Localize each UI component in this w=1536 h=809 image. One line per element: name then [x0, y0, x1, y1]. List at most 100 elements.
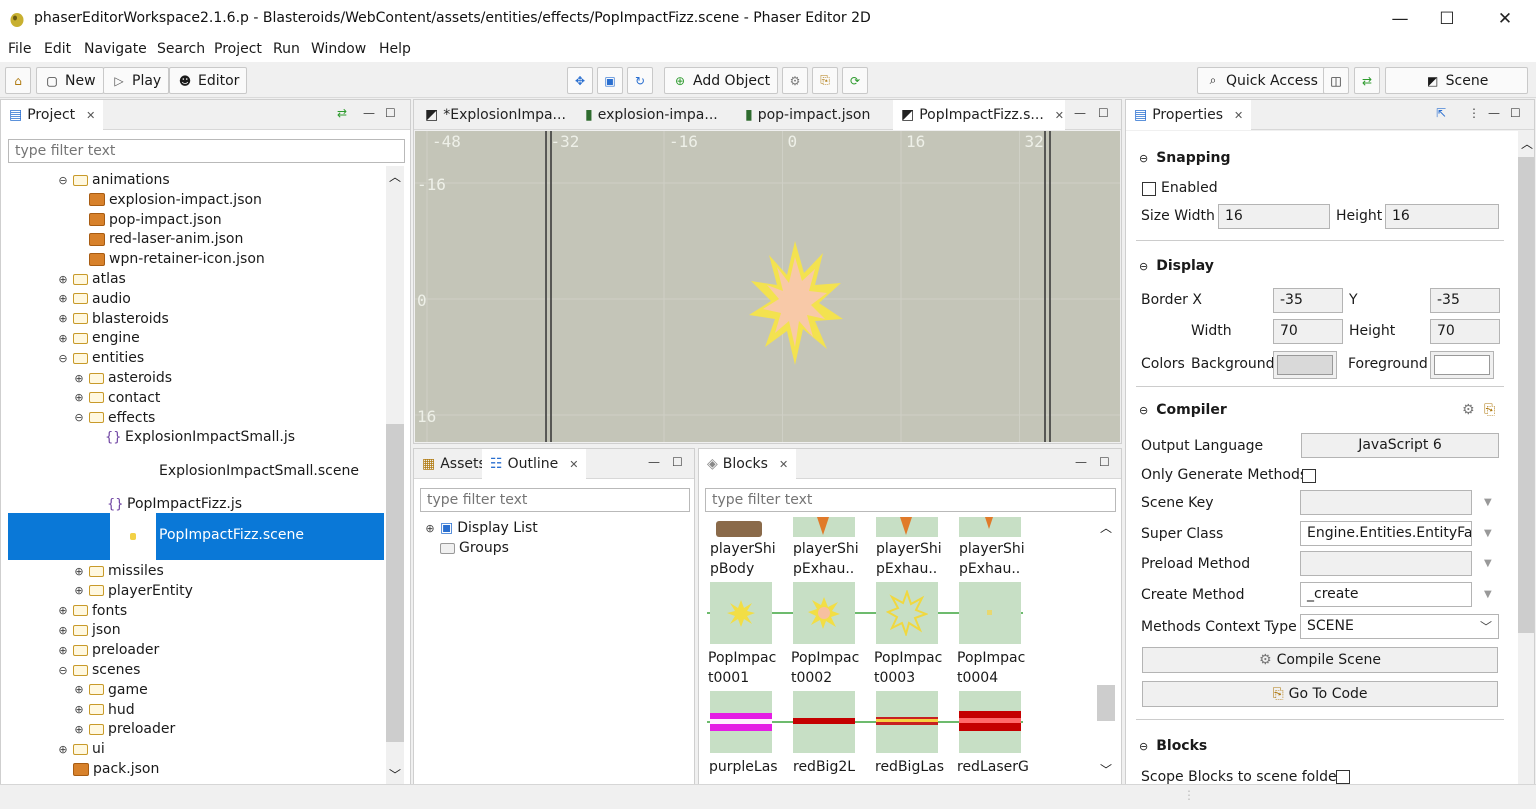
border-y-field[interactable]: -35: [1430, 288, 1500, 313]
block-exhaust-3[interactable]: [959, 517, 1021, 537]
tree-item[interactable]: ⊕ missiles: [73, 561, 163, 581]
compile-scene-button[interactable]: ⚙ Compile Scene: [1142, 647, 1498, 673]
blocks-filter-input[interactable]: [705, 488, 1116, 512]
block-redbig-laser[interactable]: [876, 691, 938, 753]
tree-item[interactable]: ⊕ ui: [57, 739, 104, 759]
display-section-header[interactable]: ⊖ Display: [1139, 258, 1214, 274]
scroll-thumb[interactable]: [1097, 685, 1115, 721]
sync-button[interactable]: ⇄: [1354, 67, 1380, 94]
minimize-icon[interactable]: —: [1074, 106, 1086, 120]
tree-item[interactable]: ⊕ preloader: [57, 640, 159, 660]
outline-item-groups[interactable]: Groups: [440, 538, 509, 558]
create-method-field[interactable]: _create: [1300, 582, 1472, 607]
tree-item[interactable]: ⊖ effects: [73, 408, 155, 428]
tree-item[interactable]: pack.json: [57, 759, 159, 779]
close-icon[interactable]: ✕: [569, 458, 578, 471]
block-redbig2-laser[interactable]: [793, 691, 855, 753]
collapse-icon[interactable]: ⊖: [57, 174, 69, 187]
menu-file[interactable]: File: [8, 41, 31, 57]
menu-window[interactable]: Window: [311, 41, 366, 57]
dropdown-icon[interactable]: ▼: [1484, 528, 1492, 539]
tree-item[interactable]: ⊕ engine: [57, 328, 139, 348]
super-class-field[interactable]: Engine.Entities.EntityFact: [1300, 521, 1472, 546]
tree-item[interactable]: ⊕ blasteroids: [57, 309, 168, 329]
tree-item[interactable]: ⊕ contact: [73, 388, 160, 408]
properties-scrollbar[interactable]: ︿: [1518, 131, 1534, 784]
tab-pop-impact-json[interactable]: ▮ pop-impact.json: [737, 100, 878, 130]
snap-height-field[interactable]: 16: [1385, 204, 1499, 229]
project-filter-input[interactable]: [8, 139, 405, 163]
tree-item[interactable]: wpn-retainer-icon.json: [73, 249, 265, 269]
background-color-button[interactable]: [1273, 351, 1337, 379]
view-menu-icon[interactable]: ⋮: [1468, 106, 1480, 120]
tab-popimpactfizz-scene[interactable]: ◩ PopImpactFizz.s... ✕: [893, 100, 1065, 130]
collapse-icon[interactable]: ⊖: [57, 352, 69, 365]
play-button[interactable]: ▷ Play: [103, 67, 170, 94]
maximize-icon[interactable]: ☐: [1099, 455, 1110, 469]
expand-icon[interactable]: ⊕: [73, 391, 85, 404]
context-type-select[interactable]: SCENE ﹀: [1300, 614, 1499, 639]
tree-item[interactable]: ⊖ scenes: [57, 660, 140, 680]
dropdown-icon[interactable]: ▼: [1484, 497, 1492, 508]
menu-navigate[interactable]: Navigate: [84, 41, 147, 57]
maximize-icon[interactable]: ☐: [1098, 106, 1109, 120]
collapse-icon[interactable]: ⊖: [57, 664, 69, 677]
expand-icon[interactable]: ⊕: [73, 584, 85, 597]
collapse-icon[interactable]: ⊖: [73, 411, 85, 424]
link-editor-icon[interactable]: ⇄: [337, 106, 347, 120]
tab-explosion-scene[interactable]: ◩ *ExplosionImpa...: [417, 100, 574, 130]
editor-button[interactable]: ☻ Editor: [169, 67, 248, 94]
tree-item[interactable]: ⊕ playerEntity: [73, 581, 193, 601]
tree-item-selected[interactable]: PopImpactFizz.scene: [8, 513, 384, 560]
dropdown-icon[interactable]: ▼: [1484, 589, 1492, 600]
expand-icon[interactable]: ⊕: [73, 683, 85, 696]
tab-blocks[interactable]: ◈ Blocks ✕: [699, 449, 797, 479]
minimize-icon[interactable]: —: [1075, 455, 1087, 469]
scene-canvas[interactable]: -48 -32 -16 0 16 32 -16 0 16: [415, 131, 1120, 442]
tree-item[interactable]: ⊕ preloader: [73, 719, 175, 739]
close-icon[interactable]: ✕: [1234, 109, 1243, 122]
gear-icon[interactable]: ⚙: [1462, 402, 1475, 418]
minimize-icon[interactable]: —: [363, 106, 375, 120]
blocks-scrollbar[interactable]: ︿ ﹀: [1097, 517, 1115, 781]
snapping-section-header[interactable]: ⊖ Snapping: [1139, 150, 1231, 166]
block-popimpact-4[interactable]: [959, 582, 1021, 644]
scroll-thumb[interactable]: [386, 424, 404, 742]
tree-item[interactable]: ⊖ entities: [57, 348, 144, 368]
blocks-section-header[interactable]: ⊖ Blocks: [1139, 738, 1207, 754]
rotate-tool-button[interactable]: ↻: [627, 67, 653, 94]
output-language-button[interactable]: JavaScript 6: [1301, 433, 1499, 458]
scroll-up-icon[interactable]: ︿: [1100, 519, 1112, 536]
foreground-color-button[interactable]: [1430, 351, 1494, 379]
tree-item[interactable]: pop-impact.json: [73, 210, 222, 230]
size-width-field[interactable]: 16: [1218, 204, 1330, 229]
block-exhaust-1[interactable]: [793, 517, 855, 537]
menu-help[interactable]: Help: [379, 41, 411, 57]
expand-icon[interactable]: ⊕: [57, 604, 69, 617]
menu-search[interactable]: Search: [157, 41, 205, 57]
scope-blocks-checkbox[interactable]: [1336, 770, 1350, 784]
tree-item[interactable]: ⊕ asteroids: [73, 368, 172, 388]
expand-icon[interactable]: ⊕: [57, 743, 69, 756]
scroll-up-icon[interactable]: ︿: [1521, 135, 1533, 152]
only-generate-checkbox[interactable]: [1302, 469, 1316, 483]
scene-key-field[interactable]: [1300, 490, 1472, 515]
preload-method-field[interactable]: [1300, 551, 1472, 576]
outline-item-display-list[interactable]: ⊕ ▣ Display List: [424, 518, 537, 538]
maximize-icon[interactable]: ☐: [1510, 106, 1521, 120]
settings-button[interactable]: ⚙: [782, 67, 808, 94]
expand-icon[interactable]: ⊕: [57, 332, 69, 345]
border-x-field[interactable]: -35: [1273, 288, 1343, 313]
expand-icon[interactable]: ⊕: [57, 644, 69, 657]
project-scrollbar[interactable]: ︿ ﹀: [386, 166, 404, 784]
home-button[interactable]: ⌂: [5, 67, 31, 94]
width-field[interactable]: 70: [1273, 319, 1343, 344]
compiler-section-header[interactable]: ⊖ Compiler: [1139, 402, 1227, 418]
tree-item-popimpact-js[interactable]: {} PopImpactFizz.js: [107, 494, 242, 514]
expand-icon[interactable]: ⊕: [73, 372, 85, 385]
scroll-down-icon[interactable]: ﹀: [389, 766, 401, 783]
tab-properties[interactable]: ▤ Properties ✕: [1126, 100, 1252, 130]
block-red-laser-g[interactable]: [959, 691, 1021, 753]
expand-icon[interactable]: ⊕: [57, 292, 69, 305]
tree-item[interactable]: ⊖ animations: [57, 170, 169, 190]
